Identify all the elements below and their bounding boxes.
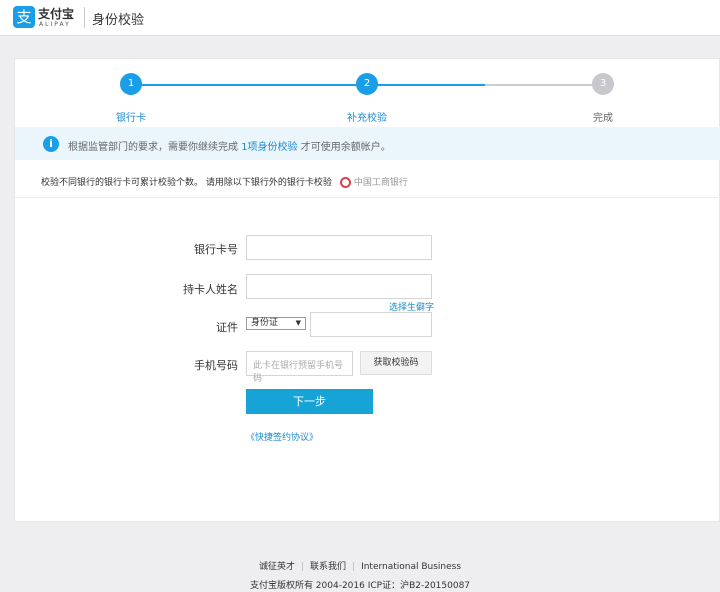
cardholder-input[interactable] [246,274,432,299]
phone-label: 手机号码 [194,359,238,372]
step-1-label: 银行卡 [116,113,146,124]
footer-link-international[interactable]: International Business [361,562,461,572]
phone-input[interactable]: 此卡在银行预留手机号码 [246,351,353,384]
footer-links: 诚征英才 | 联系我们 | International Business [258,562,462,572]
verification-link[interactable]: 1项身份校验 [241,142,297,153]
logo-name: 支付宝 [38,7,75,21]
footer-link-contact[interactable]: 联系我们 [310,562,346,572]
header: 支 支付宝 ALIPAY 身份校验 [0,0,720,36]
alipay-logo-icon[interactable]: 支 [13,6,35,28]
id-type-value: 身份证 [251,318,279,328]
get-code-button[interactable]: 获取校验码 [360,351,432,375]
id-label: 证件 [216,321,238,334]
notice-text: 根据监管部门的要求，需要你继续完成 1项身份校验 才可使用余额帐户。 [68,138,391,153]
dropdown-arrow-icon: ▼ [295,319,301,327]
id-number-input[interactable] [310,312,432,337]
divider [15,197,720,198]
info-icon: i [43,136,59,152]
next-button[interactable]: 下一步 [246,389,373,414]
footer-link-careers[interactable]: 诚征英才 [259,562,295,572]
copyright: 支付宝版权所有 2004-2016 ICP证：沪B2-20150087 [249,581,471,591]
notice-banner: i 根据监管部门的要求，需要你继续完成 1项身份校验 才可使用余额帐户。 [15,127,720,160]
icbc-icon [339,177,351,188]
card-number-label: 银行卡号 [194,243,238,256]
progress-remaining [485,84,603,86]
page-title: 身份校验 [92,13,145,28]
tip-text: 校验不同银行的银行卡可累计校验个数。 请用除以下银行外的银行卡校验 [41,178,332,188]
step-1: 1 [120,73,142,95]
verification-card: 1 2 3 银行卡 补充校验 完成 i 根据监管部门的要求，需要你继续完成 1项… [14,58,720,522]
notice-before: 根据监管部门的要求，需要你继续完成 [68,142,242,153]
step-2-label: 补充校验 [347,113,387,124]
step-3-label: 完成 [593,113,613,124]
excluded-bank: 中国工商银行 [353,178,408,188]
bank-tip: 校验不同银行的银行卡可累计校验个数。 请用除以下银行外的银行卡校验 中国工商银行 [41,175,408,188]
step-3: 3 [592,73,614,95]
logo-sub: ALIPAY [39,21,71,28]
divider [84,7,85,28]
card-number-input[interactable] [246,235,432,260]
step-2: 2 [356,73,378,95]
id-type-select[interactable]: 身份证 ▼ [246,317,306,330]
cardholder-label: 持卡人姓名 [183,283,238,296]
progress-done [131,84,485,86]
agreement-link[interactable]: 《快捷签约协议》 [246,430,318,443]
notice-after: 才可使用余额帐户。 [297,142,391,153]
